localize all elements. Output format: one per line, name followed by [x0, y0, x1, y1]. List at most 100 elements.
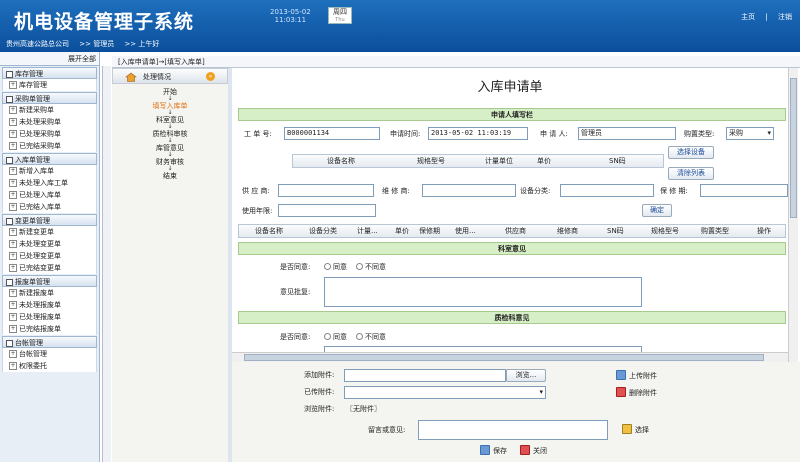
sidebar-group-header[interactable]: 库存管理: [2, 67, 97, 79]
comment-textarea[interactable]: [418, 420, 608, 440]
vscroll-thumb[interactable]: [790, 78, 797, 218]
app-title: 机电设备管理子系统: [14, 11, 195, 33]
logout-link[interactable]: 注销: [778, 13, 792, 21]
sidebar-item[interactable]: 已处理变更单: [2, 250, 97, 262]
sidebar-group-header[interactable]: 采购单管理: [2, 92, 97, 104]
weekday-en-text: Thu: [335, 17, 345, 23]
dept-disagree-radio[interactable]: 不同意: [356, 262, 386, 272]
opinion-textarea[interactable]: [324, 277, 642, 307]
applicant-field[interactable]: 管理员: [578, 127, 676, 140]
header-links: 主页 | 注销: [733, 12, 792, 22]
delete-attach-button[interactable]: 删除附件: [616, 387, 657, 399]
flow-panel: 处理情况 « 开始 ↓ 填写入库单 ↓ 科室意见 ↓ 质检科审核 ↓ 库管意见 ↓ 财务审核 ↓ 结束: [112, 68, 228, 462]
save-button[interactable]: 保存: [480, 445, 507, 457]
sidebar-group-header[interactable]: 报废单管理: [2, 275, 97, 287]
purchase-type-label: 购置类型:: [684, 130, 715, 138]
sidebar-item[interactable]: 库存管理: [2, 79, 97, 91]
sidebar-item[interactable]: 已完结变更单: [2, 262, 97, 274]
sidebar-item[interactable]: 已处理采购单: [2, 128, 97, 140]
work-no-field[interactable]: B000001134: [284, 127, 380, 140]
form-content: 入库申请单 申请人填写栏 工 单 号: B000001134 申请时间: 201…: [232, 68, 788, 368]
sidebar-group: 入库单管理新增入库单未处理入库工单已处理入库单已完结入库单: [2, 153, 97, 213]
sidebar-group-header[interactable]: 变更单管理: [2, 214, 97, 226]
warranty-field[interactable]: [700, 184, 788, 197]
qc-section-header: 质检科意见: [238, 311, 786, 324]
qc-disagree-radio[interactable]: 不同意: [356, 332, 386, 342]
app-header: 机电设备管理子系统 2013-05-02 11:03:11 周四 Thu 主页 …: [0, 0, 800, 52]
apply-time-field[interactable]: 2013-05-02 11:03:19: [428, 127, 528, 140]
disagree-text: 不同意: [365, 333, 386, 341]
delete-icon: [616, 387, 626, 397]
time-text: 11:03:11: [274, 16, 307, 24]
browse-button[interactable]: 浏览...: [506, 369, 546, 382]
list-col-header: SN码: [607, 227, 624, 235]
category-field[interactable]: [560, 184, 654, 197]
qc-agree-radio[interactable]: 同意: [324, 332, 347, 342]
hscroll-thumb[interactable]: [244, 354, 764, 361]
breadcrumb-company: 贵州高速公路总公司: [6, 40, 69, 48]
purchase-type-select[interactable]: 采购: [726, 127, 774, 140]
page-title: 入库申请单: [477, 80, 543, 95]
list-col-header: 规格型号: [651, 227, 679, 235]
sidebar-item[interactable]: 已完结入库单: [2, 201, 97, 213]
content-hscrollbar[interactable]: [232, 352, 788, 362]
list-col-header: 单价: [395, 227, 409, 235]
col-spec: 规格型号: [417, 157, 445, 165]
sidebar-item[interactable]: 未处理报废单: [2, 299, 97, 311]
comment-label: 留言或意见:: [368, 426, 406, 434]
repairer-field[interactable]: [422, 184, 516, 197]
sidebar-item[interactable]: 已处理报废单: [2, 311, 97, 323]
separator: |: [765, 13, 768, 21]
upload-button[interactable]: 上传附件: [616, 370, 657, 382]
col-unit: 计量单位: [485, 157, 513, 165]
sidebar-item[interactable]: 已完结报废单: [2, 323, 97, 335]
bottom-panel: 添加附件: 浏览... 上传附件 已传附件: 删除附件 浏览附件: 〖无附件〗 …: [232, 362, 800, 462]
supplier-field[interactable]: [278, 184, 374, 197]
view-attach-label: 浏览附件:: [304, 405, 335, 413]
category-label: 设备分类:: [520, 187, 551, 195]
sidebar-item[interactable]: 未处理入库工单: [2, 177, 97, 189]
sidebar-group-header[interactable]: 入库单管理: [2, 153, 97, 165]
sidebar-item[interactable]: 新增入库单: [2, 165, 97, 177]
applicant-label: 申 请 人:: [540, 130, 568, 138]
select-device-button[interactable]: 选择设备: [668, 146, 714, 159]
disagree-text: 不同意: [365, 263, 386, 271]
work-no-label: 工 单 号:: [244, 130, 272, 138]
flow-header: 处理情况 «: [112, 68, 228, 84]
expand-all-link[interactable]: 展开全部: [0, 52, 99, 66]
sidebar-item[interactable]: 已完结采购单: [2, 140, 97, 152]
close-button[interactable]: 关闭: [520, 445, 547, 457]
confirm-button[interactable]: 确定: [642, 204, 672, 217]
list-col-header: 计量...: [357, 227, 378, 235]
col-device-name: 设备名称: [327, 157, 355, 165]
clear-list-button[interactable]: 清除列表: [668, 167, 714, 180]
sidebar-item[interactable]: 新建采购单: [2, 104, 97, 116]
sidebar-item[interactable]: 台帐管理: [2, 348, 97, 360]
sidebar-item[interactable]: 未处理变更单: [2, 238, 97, 250]
no-attach-text: 〖无附件〗: [346, 405, 381, 413]
sidebar-item[interactable]: 新建变更单: [2, 226, 97, 238]
sidebar-item[interactable]: 已处理入库单: [2, 189, 97, 201]
uploaded-select[interactable]: [344, 386, 546, 399]
collapse-icon[interactable]: «: [206, 72, 215, 81]
sidebar-item[interactable]: 新建报废单: [2, 287, 97, 299]
choose-button[interactable]: 选择: [622, 424, 649, 436]
list-col-header: 购置类型: [701, 227, 729, 235]
attach-file-field[interactable]: [344, 369, 506, 382]
sidebar-item[interactable]: 未处理采购单: [2, 116, 97, 128]
sidebar-group-header[interactable]: 台帐管理: [2, 336, 97, 348]
years-field[interactable]: [278, 204, 376, 217]
content-vscrollbar[interactable]: [788, 68, 798, 368]
device-table-header: 设备名称 规格型号 计量单位 单价 SN码: [292, 154, 664, 168]
home-link[interactable]: 主页: [741, 13, 755, 21]
col-price: 单价: [537, 157, 551, 165]
main-path: [入库申请单]→[填写入库单]: [112, 56, 800, 68]
sidebar-scrollbar[interactable]: [102, 66, 111, 462]
agree-text: 同意: [333, 333, 347, 341]
dept-agree-radio[interactable]: 同意: [324, 262, 347, 272]
upload-text: 上传附件: [629, 372, 657, 380]
breadcrumb: 贵州高速公路总公司 >> 管理员 >> 上午好: [0, 37, 800, 52]
flow-header-label: 处理情况: [143, 73, 171, 81]
sidebar-item[interactable]: 权限委托: [2, 360, 97, 372]
repairer-label: 维 修 商:: [382, 187, 410, 195]
